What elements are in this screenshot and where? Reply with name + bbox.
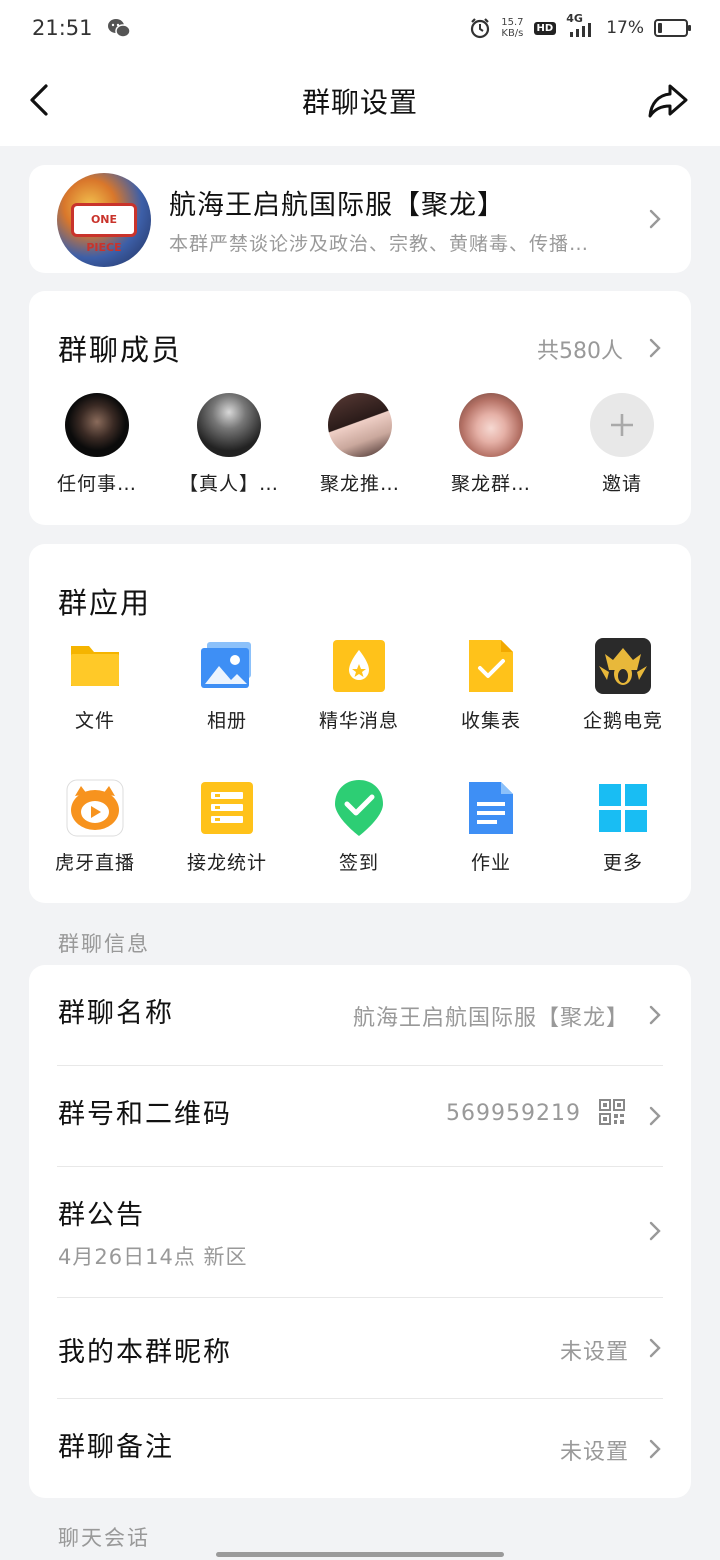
app-label: 更多 bbox=[602, 852, 643, 874]
app-label: 签到 bbox=[338, 852, 379, 874]
group-name-label: 群聊名称 bbox=[58, 998, 174, 1029]
group-name: 航海王启航国际服【聚龙】 bbox=[169, 190, 505, 221]
chevron-right-icon bbox=[648, 1220, 662, 1242]
home-indicator[interactable] bbox=[216, 1552, 504, 1557]
members-count[interactable]: 共580人 bbox=[537, 333, 623, 365]
my-nickname-row[interactable]: 我的本群昵称 未设置 bbox=[29, 1298, 691, 1398]
app-label: 相册 bbox=[206, 710, 247, 732]
group-avatar: ONE PIECE bbox=[57, 173, 151, 267]
app-label: 虎牙直播 bbox=[54, 852, 135, 874]
group-apps-card: 群应用 文件 相册 精华消息 收集表 企鹅电竞 虎牙直播 接龙统计 签到 作业 … bbox=[29, 544, 691, 903]
invite-member-button[interactable]: 邀请 bbox=[562, 393, 682, 496]
member-item[interactable]: 【真人】… bbox=[169, 393, 289, 496]
group-remark-row[interactable]: 群聊备注 未设置 bbox=[29, 1399, 691, 1498]
battery-icon bbox=[654, 19, 691, 37]
homework-icon bbox=[461, 778, 521, 838]
app-label: 企鹅电竞 bbox=[582, 710, 663, 732]
announcement-preview: 4月26日14点 新区 bbox=[58, 1245, 248, 1269]
app-collection-form[interactable]: 收集表 bbox=[425, 636, 557, 733]
chat-session-section-label: 聊天会话 bbox=[58, 1526, 150, 1550]
wechat-notification-icon bbox=[107, 17, 131, 39]
app-label: 作业 bbox=[470, 852, 511, 874]
member-avatar bbox=[328, 393, 392, 457]
group-info-section-label: 群聊信息 bbox=[58, 932, 150, 956]
hd-badge: HD bbox=[533, 21, 557, 35]
group-profile-card[interactable]: ONE PIECE 航海王启航国际服【聚龙】 本群严禁谈论涉及政治、宗教、黄赌毒… bbox=[29, 165, 691, 273]
photo-album-icon bbox=[197, 636, 257, 696]
group-id-row[interactable]: 群号和二维码 569959219 bbox=[29, 1066, 691, 1166]
solitaire-stats-icon bbox=[197, 778, 257, 838]
app-file[interactable]: 文件 bbox=[29, 636, 161, 733]
net-speed-unit: KB/s bbox=[501, 28, 524, 39]
qr-code-icon bbox=[599, 1099, 625, 1129]
announcement-label: 群公告 bbox=[58, 1200, 145, 1231]
network-type: 4G bbox=[566, 12, 583, 25]
my-nickname-value: 未设置 bbox=[559, 1340, 629, 1365]
check-in-icon bbox=[329, 778, 389, 838]
member-item[interactable]: 聚龙推… bbox=[300, 393, 420, 496]
chevron-right-icon bbox=[648, 1004, 662, 1026]
app-album[interactable]: 相册 bbox=[161, 636, 293, 733]
plus-icon bbox=[590, 393, 654, 457]
group-id-value: 569959219 bbox=[446, 1101, 581, 1126]
huya-live-icon bbox=[65, 778, 125, 838]
app-more[interactable]: 更多 bbox=[557, 778, 689, 875]
back-arrow-icon[interactable] bbox=[24, 82, 60, 118]
app-label: 精华消息 bbox=[318, 710, 399, 732]
member-label: 聚龙群… bbox=[450, 473, 531, 495]
net-speed: 15.7 KB/s bbox=[501, 17, 523, 39]
chevron-right-icon[interactable] bbox=[648, 337, 662, 359]
essence-message-icon bbox=[329, 636, 389, 696]
member-label: 聚龙推… bbox=[319, 473, 400, 495]
app-check-in[interactable]: 签到 bbox=[293, 778, 425, 875]
app-penguin-esports[interactable]: 企鹅电竞 bbox=[557, 636, 689, 733]
announcement-row[interactable]: 群公告 4月26日14点 新区 bbox=[29, 1167, 691, 1297]
app-label: 文件 bbox=[74, 710, 115, 732]
alarm-icon bbox=[469, 17, 491, 39]
share-icon[interactable] bbox=[646, 80, 690, 120]
group-id-label: 群号和二维码 bbox=[58, 1099, 232, 1130]
app-essence[interactable]: 精华消息 bbox=[293, 636, 425, 733]
member-item[interactable]: 任何事… bbox=[37, 393, 157, 496]
app-homework[interactable]: 作业 bbox=[425, 778, 557, 875]
more-apps-icon bbox=[593, 778, 653, 838]
group-members-card: 群聊成员 共580人 任何事… 【真人】… 聚龙推… 聚龙群… 邀请 bbox=[29, 291, 691, 525]
member-label: 任何事… bbox=[56, 473, 137, 495]
chevron-right-icon bbox=[648, 1105, 662, 1127]
battery-percent: 17% bbox=[606, 18, 644, 38]
app-label: 接龙统计 bbox=[186, 852, 267, 874]
folder-icon bbox=[65, 636, 125, 696]
member-label: 【真人】… bbox=[178, 473, 279, 495]
member-avatar bbox=[65, 393, 129, 457]
member-avatar bbox=[197, 393, 261, 457]
group-avatar-logo: ONE PIECE bbox=[71, 203, 137, 254]
chevron-right-icon bbox=[648, 1438, 662, 1460]
group-info-card: 群聊名称 航海王启航国际服【聚龙】 群号和二维码 569959219 群公告 4… bbox=[29, 965, 691, 1498]
app-solitaire-stats[interactable]: 接龙统计 bbox=[161, 778, 293, 875]
collection-form-icon bbox=[461, 636, 521, 696]
group-remark-value: 未设置 bbox=[559, 1440, 629, 1465]
app-label: 收集表 bbox=[460, 710, 521, 732]
signal-icon: 4G bbox=[566, 12, 596, 38]
chevron-right-icon bbox=[648, 208, 662, 230]
app-huya-live[interactable]: 虎牙直播 bbox=[29, 778, 161, 875]
group-name-value: 航海王启航国际服【聚龙】 bbox=[352, 1006, 629, 1031]
group-remark-label: 群聊备注 bbox=[58, 1432, 174, 1463]
apps-heading: 群应用 bbox=[58, 586, 152, 620]
my-nickname-label: 我的本群昵称 bbox=[58, 1337, 232, 1368]
status-time: 21:51 bbox=[32, 16, 93, 40]
member-avatar bbox=[459, 393, 523, 457]
member-item[interactable]: 聚龙群… bbox=[431, 393, 551, 496]
group-name-row[interactable]: 群聊名称 航海王启航国际服【聚龙】 bbox=[29, 965, 691, 1065]
net-speed-value: 15.7 bbox=[501, 17, 524, 28]
nav-bar: 群聊设置 bbox=[0, 56, 720, 146]
members-heading: 群聊成员 bbox=[58, 333, 183, 367]
chevron-right-icon bbox=[648, 1337, 662, 1359]
penguin-esports-icon bbox=[593, 636, 653, 696]
invite-label: 邀请 bbox=[601, 473, 642, 495]
group-description: 本群严禁谈论涉及政治、宗教、黄赌毒、传播… bbox=[169, 233, 590, 255]
page-title: 群聊设置 bbox=[301, 86, 418, 119]
status-bar: 21:51 15.7 KB/s HD 4G 17% bbox=[0, 0, 720, 56]
